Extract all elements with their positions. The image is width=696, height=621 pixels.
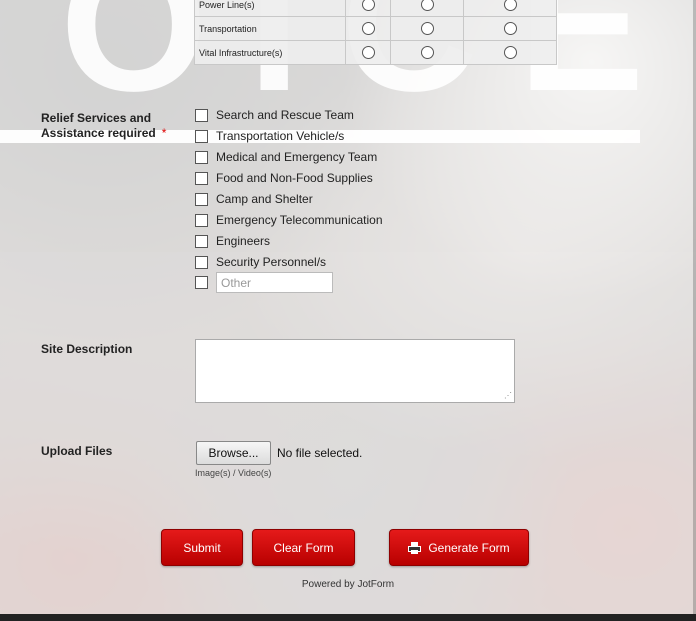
printer-icon (408, 541, 422, 554)
checkbox[interactable] (195, 276, 208, 289)
checkbox-label: Security Personnel/s (216, 255, 327, 269)
upload-files-label: Upload Files (41, 444, 113, 458)
checkbox[interactable] (195, 234, 208, 248)
checkbox-option[interactable]: Security Personnel/s (195, 255, 326, 269)
checkbox-label: Engineers (216, 234, 271, 248)
checkbox-label: Camp and Shelter (216, 192, 313, 206)
matrix-row-label: Transportation (194, 16, 346, 41)
checkbox-option[interactable]: Search and Rescue Team (195, 108, 354, 122)
checkbox-label: Emergency Telecommunication (216, 213, 383, 227)
clear-form-button[interactable]: Clear Form (252, 529, 355, 566)
file-status: No file selected. (277, 446, 363, 460)
submit-button[interactable]: Submit (161, 529, 243, 566)
checkbox[interactable] (195, 129, 208, 143)
generate-form-button[interactable]: Generate Form (389, 529, 529, 566)
matrix-radio[interactable] (361, 46, 375, 59)
matrix-radio[interactable] (361, 22, 375, 35)
matrix-radio[interactable] (503, 46, 517, 59)
checkbox-option-other[interactable]: Other (195, 272, 333, 293)
site-description-label: Site Description (41, 342, 133, 356)
checkbox-option[interactable]: Emergency Telecommunication (195, 213, 383, 227)
checkbox-option[interactable]: Camp and Shelter (195, 192, 313, 206)
matrix-row: Vital Infrastructure(s) (194, 40, 557, 65)
matrix-radio[interactable] (361, 0, 375, 11)
other-input[interactable]: Other (216, 272, 333, 293)
matrix-radio[interactable] (420, 22, 434, 35)
checkbox[interactable] (195, 108, 208, 122)
checkbox[interactable] (195, 213, 208, 227)
checkbox-label: Food and Non-Food Supplies (216, 171, 373, 185)
resize-grip-icon[interactable]: ⋰ (504, 392, 512, 400)
site-description-textarea[interactable]: ⋰ (195, 339, 515, 403)
matrix-radio[interactable] (503, 22, 517, 35)
checkbox[interactable] (195, 171, 208, 185)
checkbox-label: Transportation Vehicle/s (216, 129, 345, 143)
checkbox[interactable] (195, 255, 208, 269)
matrix-row-label: Power Line(s) (194, 0, 346, 17)
checkbox[interactable] (195, 192, 208, 206)
checkbox-label: Search and Rescue Team (216, 108, 354, 122)
damage-matrix-table: Power Line(s) Transportation Vital Infra… (194, 0, 557, 65)
matrix-row: Power Line(s) (194, 0, 557, 17)
matrix-radio[interactable] (420, 0, 434, 11)
upload-sublabel: Image(s) / Video(s) (195, 468, 272, 478)
matrix-row-label: Vital Infrastructure(s) (194, 40, 346, 65)
matrix-radio[interactable] (503, 0, 517, 11)
checkbox-option[interactable]: Medical and Emergency Team (195, 150, 377, 164)
generate-form-label: Generate Form (428, 540, 510, 555)
matrix-row: Transportation (194, 16, 557, 41)
checkbox-option[interactable]: Food and Non-Food Supplies (195, 171, 373, 185)
checkbox-label: Medical and Emergency Team (216, 150, 378, 164)
powered-by-footer: Powered by JotForm (301, 579, 395, 590)
relief-services-label: Relief Services and Assistance required * (41, 111, 167, 140)
checkbox-option[interactable]: Engineers (195, 234, 270, 248)
browse-button[interactable]: Browse... (196, 441, 271, 465)
matrix-radio[interactable] (420, 46, 434, 59)
checkbox[interactable] (195, 150, 208, 164)
checkbox-option[interactable]: Transportation Vehicle/s (195, 129, 344, 143)
required-asterisk: * (161, 126, 167, 140)
